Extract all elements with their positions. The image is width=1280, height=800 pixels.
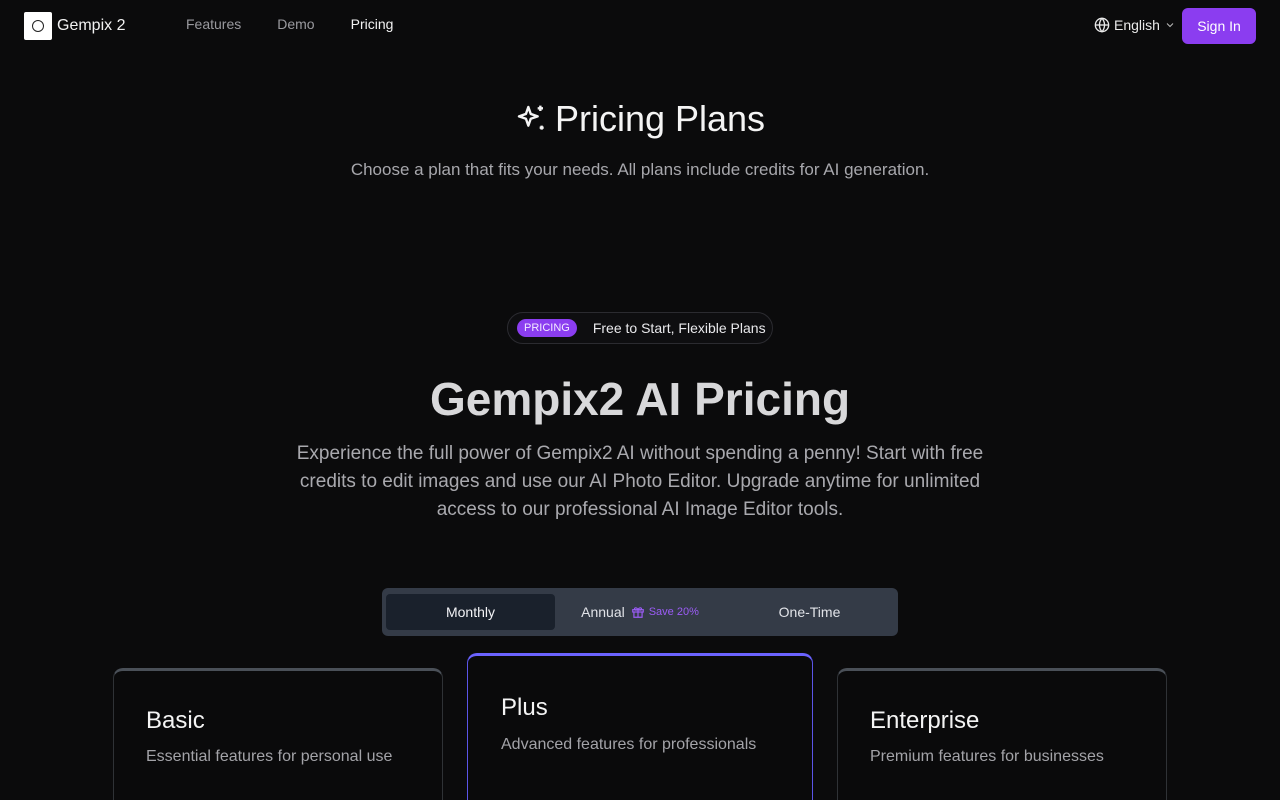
globe-icon <box>1094 17 1110 33</box>
plan-card-enterprise: Enterprise Premium features for business… <box>837 668 1167 800</box>
hero-subtitle: Choose a plan that fits your needs. All … <box>350 160 930 179</box>
plan-name: Basic <box>146 707 205 734</box>
hero-heading: Pricing Plans <box>0 98 1280 140</box>
pricing-description: Experience the full power of Gempix2 AI … <box>296 443 984 520</box>
gift-icon <box>631 607 644 618</box>
plan-description: Advanced features for professionals <box>501 736 757 753</box>
nav-link-features[interactable]: Features <box>186 16 241 32</box>
sign-in-button[interactable]: Sign In <box>1182 8 1256 44</box>
brand-logo[interactable]: Gempix 2 <box>24 12 125 40</box>
nav-link-pricing[interactable]: Pricing <box>351 16 394 32</box>
plan-card-basic: Basic Essential features for personal us… <box>113 668 443 800</box>
language-label: English <box>1114 17 1160 33</box>
main-nav: Features Demo Pricing <box>186 16 393 32</box>
top-header: Gempix 2 Features Demo Pricing English S… <box>0 0 1280 52</box>
billing-option-monthly[interactable]: Monthly <box>386 594 555 630</box>
plan-card-plus: Plus Advanced features for professionals <box>467 653 813 800</box>
plan-name: Enterprise <box>870 707 980 734</box>
billing-option-one-time[interactable]: One-Time <box>725 594 894 630</box>
hero-title: Pricing Plans <box>554 98 766 139</box>
save-badge: Save 20% <box>631 605 699 619</box>
pricing-tag: PRICING Free to Start, Flexible Plans <box>507 312 773 344</box>
save-text: Save 20% <box>648 606 699 618</box>
billing-option-annual[interactable]: Annual Save 20% <box>555 594 725 630</box>
logo-ring-icon <box>24 12 52 40</box>
pricing-tag-text: Free to Start, Flexible Plans <box>592 320 766 336</box>
chevron-down-icon <box>1166 23 1174 28</box>
plan-description: Premium features for businesses <box>870 748 1104 765</box>
sparkles-icon <box>517 105 544 130</box>
nav-link-demo[interactable]: Demo <box>277 16 314 32</box>
pricing-title: Gempix2 AI Pricing <box>429 373 851 425</box>
plan-name: Plus <box>501 694 548 721</box>
page: Gempix 2 Features Demo Pricing English S… <box>0 0 1280 800</box>
plan-description: Essential features for personal use <box>146 748 393 765</box>
brand-name: Gempix 2 <box>57 17 126 34</box>
language-selector[interactable]: English <box>1094 17 1176 33</box>
pricing-badge: PRICING <box>517 319 577 337</box>
annual-label: Annual <box>581 604 625 620</box>
billing-toggle: Monthly Annual Save 20% One-Time <box>382 588 898 636</box>
